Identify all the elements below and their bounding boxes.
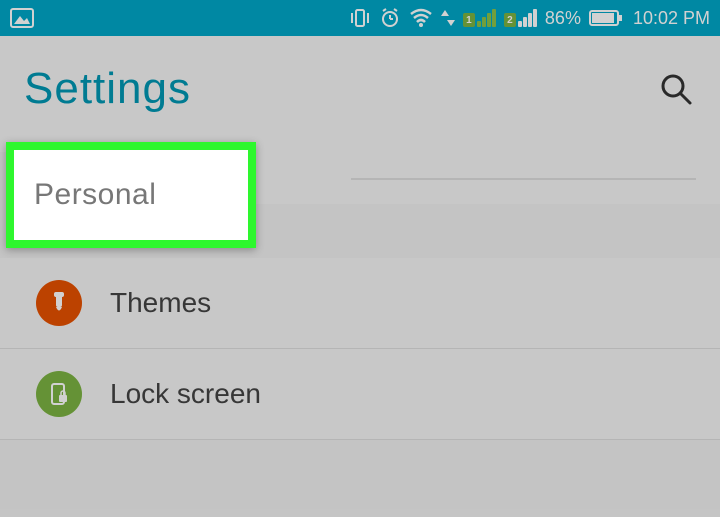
status-bar: 1 2 86% 10:02 PM — [0, 0, 720, 36]
sim2-badge: 2 — [504, 13, 516, 27]
settings-item-label: Themes — [110, 287, 211, 319]
wifi-icon — [409, 8, 433, 28]
vibrate-icon — [349, 8, 371, 28]
battery-icon — [589, 10, 623, 26]
sim1-badge: 1 — [463, 13, 475, 27]
page-title: Settings — [24, 64, 191, 114]
highlight-callout-personal: Personal — [6, 142, 256, 248]
gallery-icon — [10, 8, 34, 28]
app-header: Settings — [0, 36, 720, 152]
section-label: Personal — [34, 178, 156, 212]
search-icon — [659, 72, 693, 106]
section-divider — [351, 178, 696, 180]
themes-icon — [36, 280, 82, 326]
settings-item-themes[interactable]: Themes — [0, 258, 720, 349]
settings-list: Themes Lock screen — [0, 258, 720, 440]
settings-item-lock-screen[interactable]: Lock screen — [0, 349, 720, 440]
settings-item-label: Lock screen — [110, 378, 261, 410]
lock-screen-icon — [36, 371, 82, 417]
battery-percent-text: 86% — [545, 8, 581, 29]
sim1-signal: 1 — [463, 9, 496, 27]
sim2-signal: 2 — [504, 9, 537, 27]
clock-text: 10:02 PM — [633, 8, 710, 29]
alarm-icon — [379, 7, 401, 29]
search-button[interactable] — [656, 69, 696, 109]
data-arrows-icon — [441, 8, 455, 28]
